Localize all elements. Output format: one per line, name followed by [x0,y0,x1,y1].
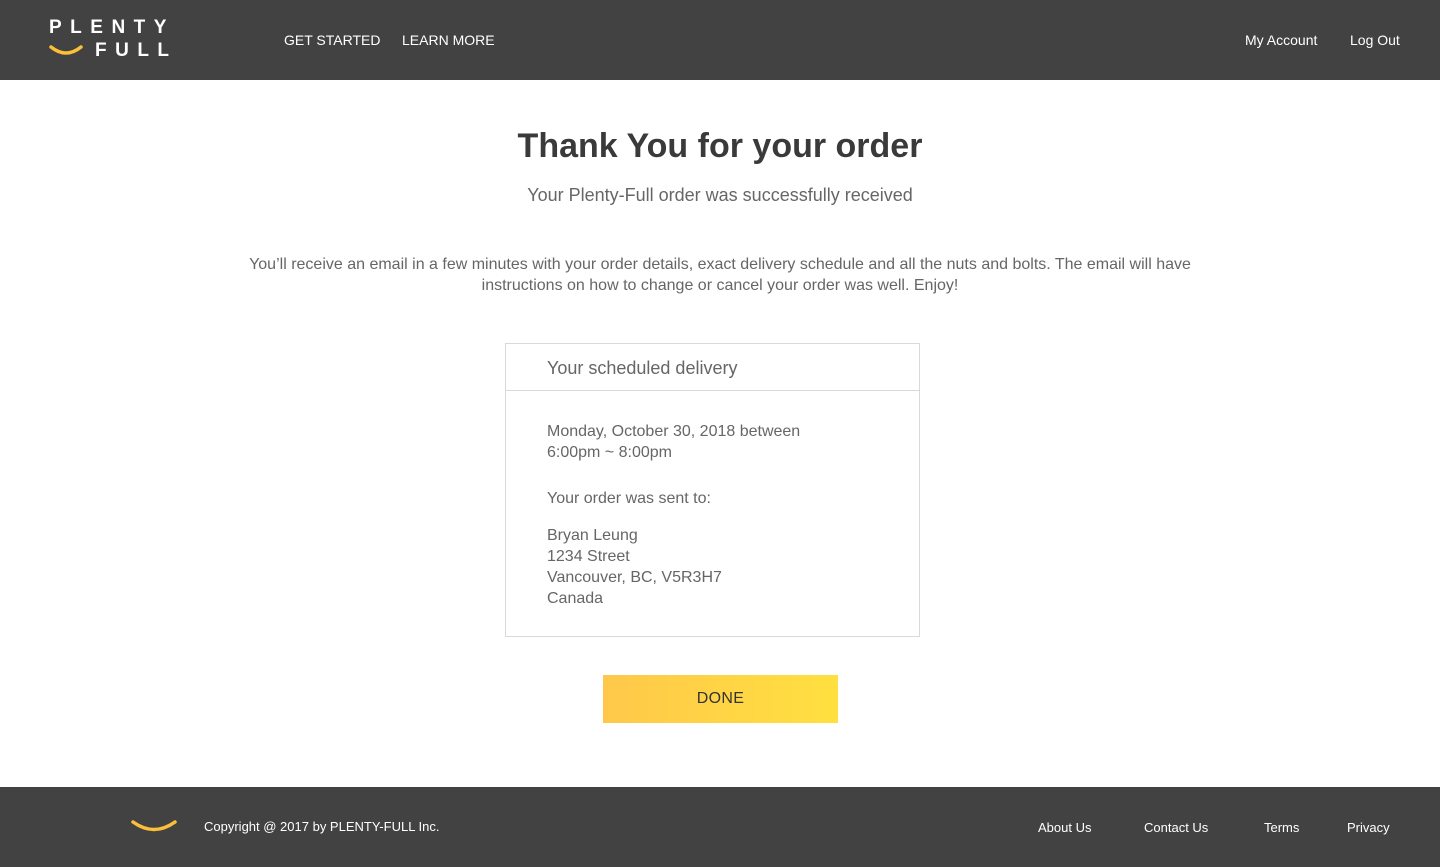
nav-log-out[interactable]: Log Out [1350,31,1400,49]
nav-learn-more[interactable]: LEARN MORE [402,31,495,49]
delivery-date: Monday, October 30, 2018 between [547,423,801,440]
done-button[interactable]: DONE [603,675,838,723]
address-country: Canada [547,590,604,607]
sent-to-label: Your order was sent to: [547,490,711,507]
card-header: Your scheduled delivery [506,344,919,391]
smile-logo-icon [131,820,177,832]
top-navigation-bar: PLENTY FULL GET STARTED LEARN MORE My Ac… [0,0,1440,80]
address-city: Vancouver, BC, V5R3H7 [547,569,722,586]
footer-link-terms[interactable]: Terms [1264,819,1299,836]
copyright-text: Copyright @ 2017 by PLENTY-FULL Inc. [204,819,440,834]
page-title: Thank You for your order [517,127,923,165]
footer-link-contact-us[interactable]: Contact Us [1144,819,1208,836]
page-subtitle: Your Plenty-Full order was successfully … [527,185,913,205]
card-title: Your scheduled delivery [547,358,738,378]
scheduled-delivery-card: Your scheduled delivery Monday, October … [505,343,920,637]
footer-link-privacy[interactable]: Privacy [1347,819,1390,836]
logo-text-bottom: FULL [95,40,178,61]
address-street: 1234 Street [547,548,630,565]
logo-text-top: PLENTY [49,17,175,38]
confirmation-message: You’ll receive an email in a few minutes… [249,256,1191,294]
address-name: Bryan Leung [547,527,638,544]
nav-get-started[interactable]: GET STARTED [284,31,380,49]
footer-bar: Copyright @ 2017 by PLENTY-FULL Inc. Abo… [0,787,1440,867]
nav-my-account[interactable]: My Account [1245,31,1317,49]
footer-link-about-us[interactable]: About Us [1038,819,1091,836]
smile-logo-icon [49,45,83,55]
plenty-full-logo[interactable]: PLENTY FULL [49,18,169,62]
delivery-time: 6:00pm ~ 8:00pm [547,444,672,461]
